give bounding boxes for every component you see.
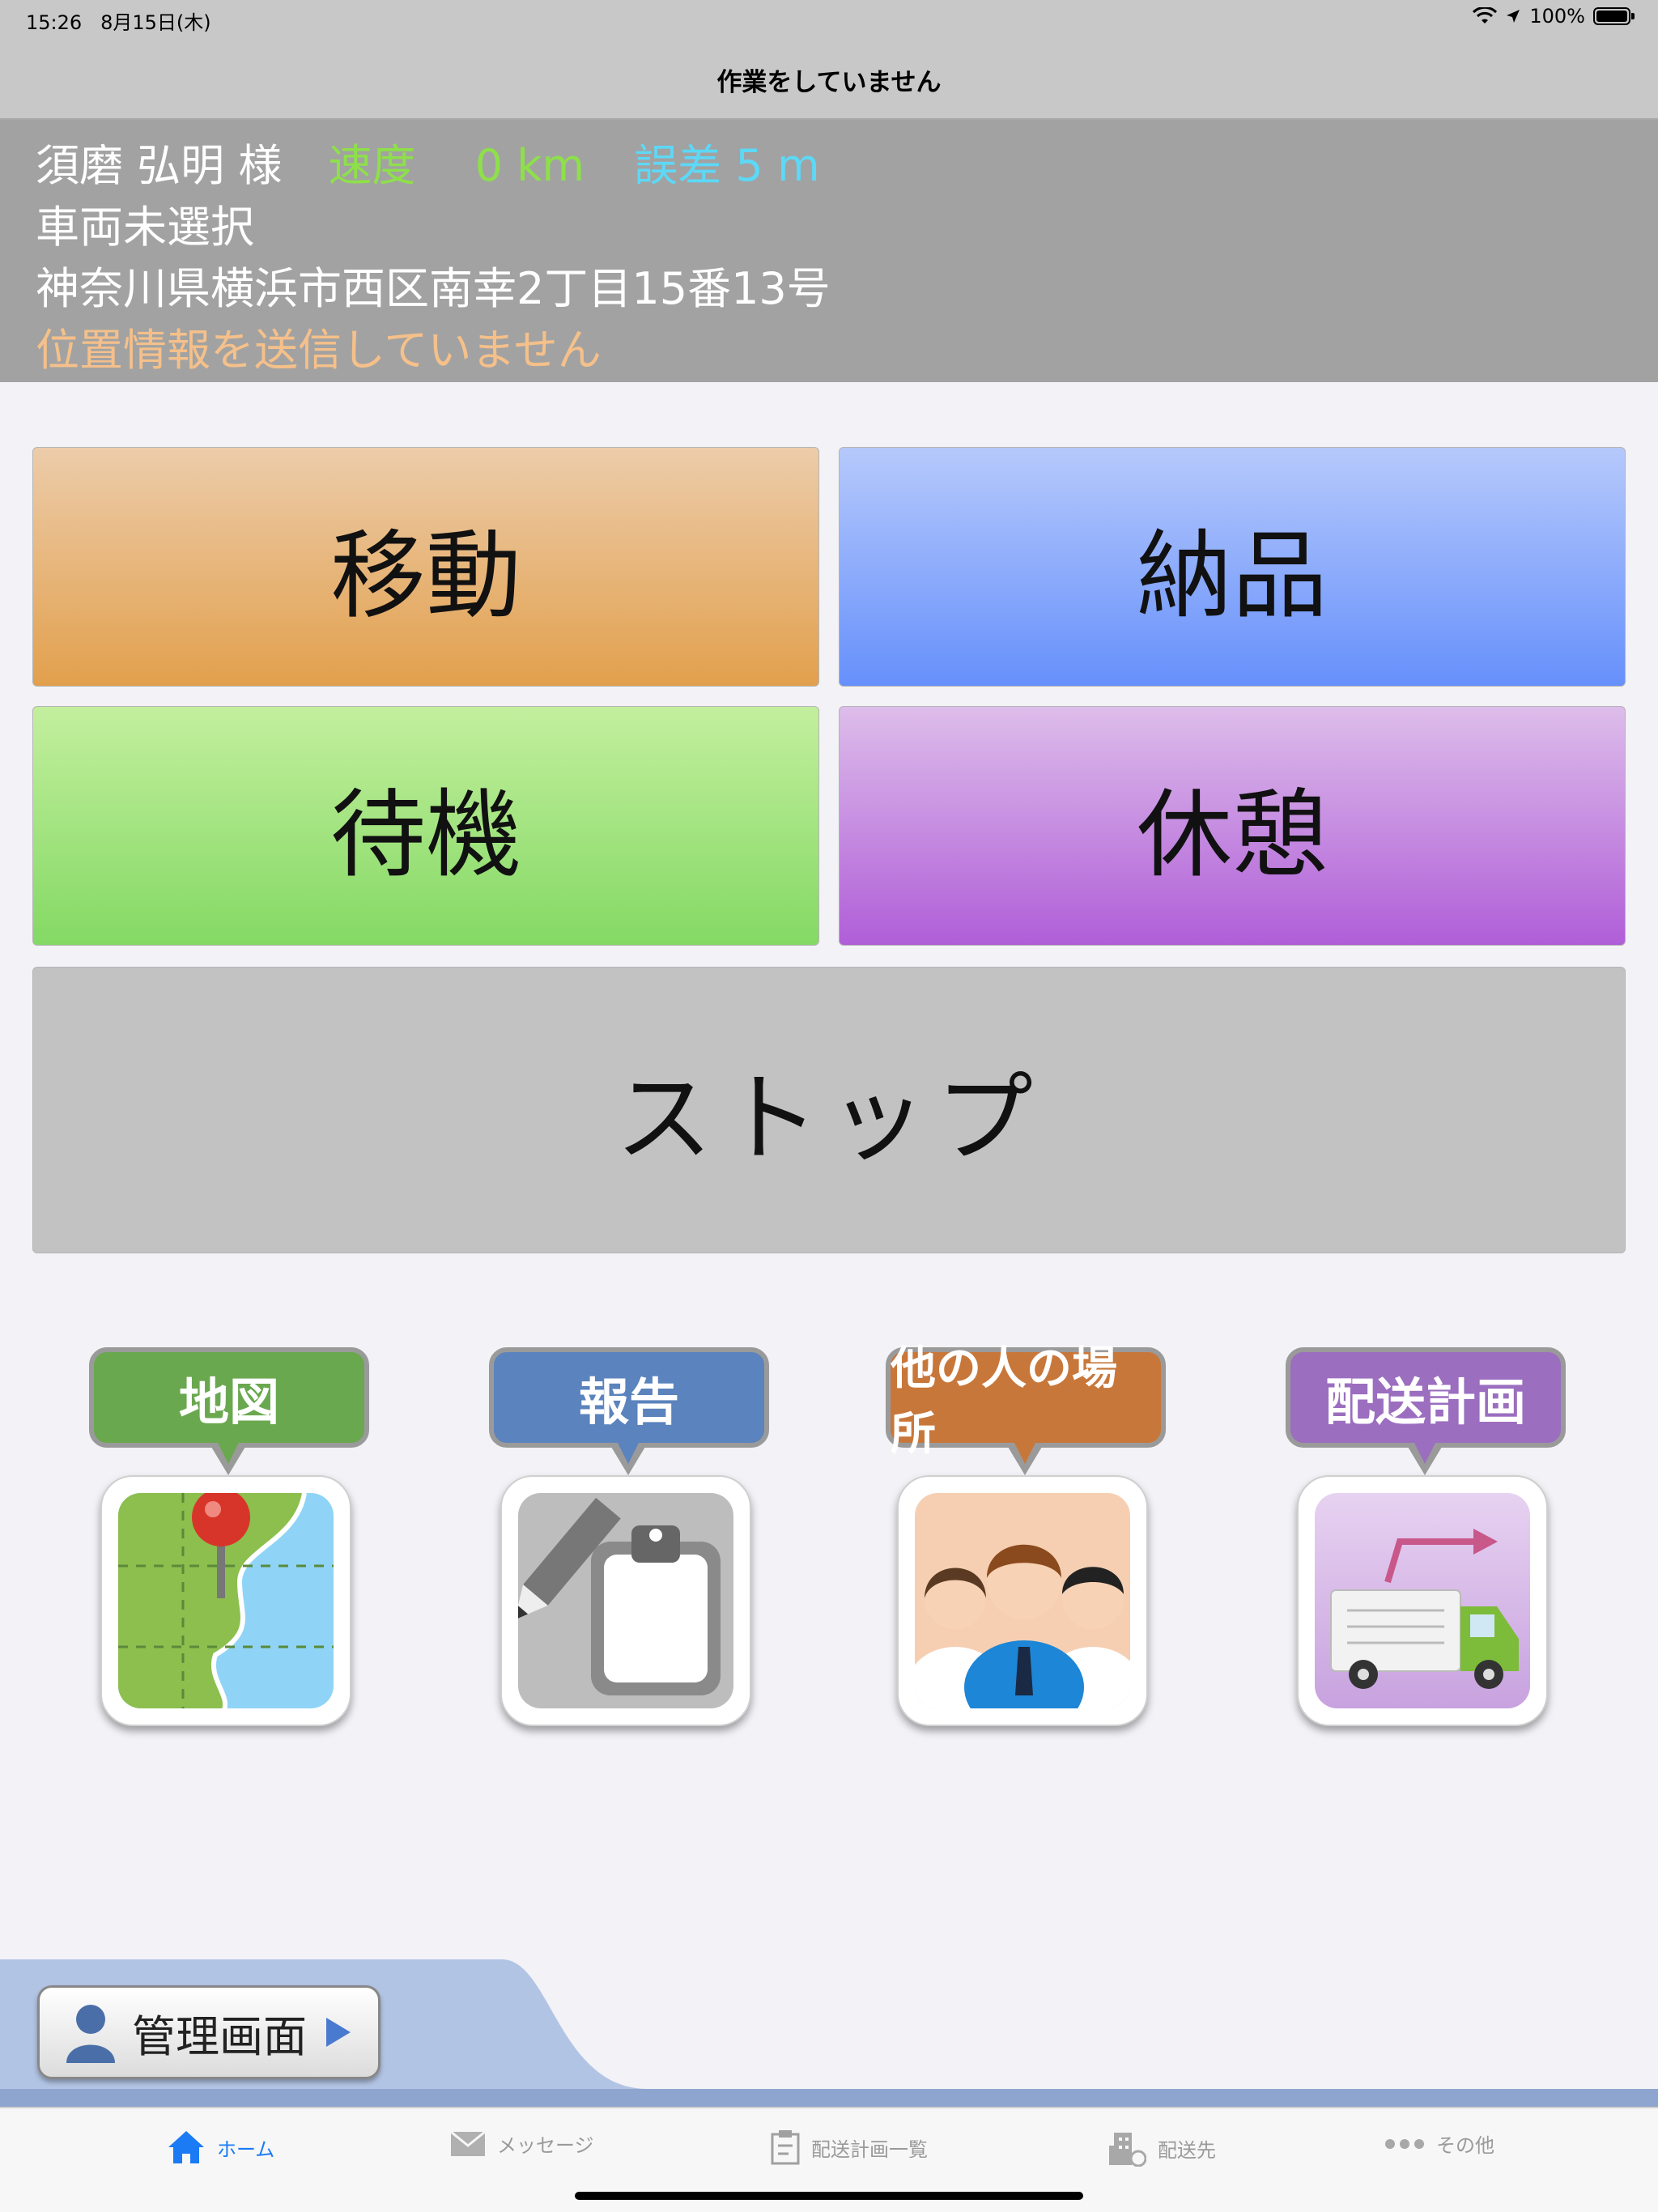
speed-value: 0 km (474, 140, 585, 191)
tab-destinations-label: 配送先 (1158, 2138, 1216, 2162)
clock: 15:26 (26, 11, 83, 34)
date: 8月15日(木) (100, 11, 211, 34)
others-location-label: 他の人の場所 (886, 1342, 1166, 1461)
location-arrow-icon (1507, 10, 1520, 23)
others-location-shortcut[interactable]: 他の人の場所 (886, 1342, 1166, 1728)
play-arrow-icon (326, 2018, 351, 2047)
house-icon (168, 2131, 204, 2163)
gps-error: 誤差 5 m (634, 140, 820, 191)
truck-icon[interactable] (1297, 1475, 1548, 1726)
report-label: 報告 (489, 1347, 769, 1448)
envelope-icon (450, 2130, 486, 2156)
report-icon[interactable] (500, 1475, 751, 1726)
driver-info-panel: 須磨 弘明 様 速度 0 km 誤差 5 m 車両未選択 神奈川県横浜市西区南幸… (0, 120, 1658, 382)
battery-percent: 100% (1529, 5, 1585, 28)
tab-more[interactable]: その他 (1384, 2129, 1494, 2158)
rest-button[interactable]: 休憩 (839, 706, 1626, 946)
wait-button[interactable]: 待機 (32, 706, 819, 946)
clipboard-icon (771, 2130, 800, 2165)
current-address: 神奈川県横浜市西区南幸2丁目15番13号 (36, 263, 831, 314)
admin-screen-label: 管理画面 (132, 2010, 307, 2062)
location-send-status: 位置情報を送信していません (36, 325, 602, 376)
status-indicators: 100% (1473, 5, 1635, 28)
deliver-button[interactable]: 納品 (839, 447, 1626, 687)
vehicle-status: 車両未選択 (36, 202, 254, 253)
tab-more-label: その他 (1436, 2134, 1494, 2157)
navigation-bar: 作業をしていません (0, 40, 1658, 120)
tab-home[interactable]: ホーム (167, 2129, 274, 2165)
stop-button[interactable]: ストップ (32, 967, 1626, 1253)
delivery-plan-label: 配送計画 (1286, 1347, 1566, 1448)
tab-home-label: ホーム (217, 2138, 275, 2161)
map-shortcut[interactable]: 地図 (89, 1347, 369, 1728)
driver-name: 須磨 弘明 様 (36, 140, 283, 191)
admin-screen-button[interactable]: 管理画面 (37, 1985, 380, 2079)
tab-destinations[interactable]: 配送先 (1107, 2129, 1216, 2167)
delivery-plan-shortcut[interactable]: 配送計画 (1286, 1347, 1566, 1728)
status-time: 15:26 8月15日(木) (26, 6, 211, 35)
map-label: 地図 (89, 1347, 369, 1448)
driver-line: 須磨 弘明 様 速度 0 km 誤差 5 m (36, 130, 820, 194)
tab-messages[interactable]: メッセージ (450, 2129, 594, 2158)
tab-messages-label: メッセージ (497, 2134, 594, 2157)
building-icon (1109, 2133, 1146, 2167)
status-bar: 15:26 8月15日(木) 100% (0, 0, 1658, 40)
page-title: 作業をしていません (716, 68, 942, 97)
wifi-icon (1473, 7, 1498, 23)
report-shortcut[interactable]: 報告 (489, 1347, 769, 1728)
battery-icon (1593, 7, 1635, 25)
move-button[interactable]: 移動 (32, 447, 819, 687)
map-icon[interactable] (100, 1475, 351, 1726)
home-indicator (575, 2192, 1083, 2200)
tab-delivery-plan-list[interactable]: 配送計画一覧 (771, 2129, 928, 2165)
tab-delivery-plan-list-label: 配送計画一覧 (811, 2138, 928, 2161)
more-icon (1385, 2138, 1424, 2149)
speed-label: 速度 (328, 140, 416, 191)
user-icon (66, 2005, 115, 2063)
people-icon[interactable] (897, 1475, 1148, 1726)
